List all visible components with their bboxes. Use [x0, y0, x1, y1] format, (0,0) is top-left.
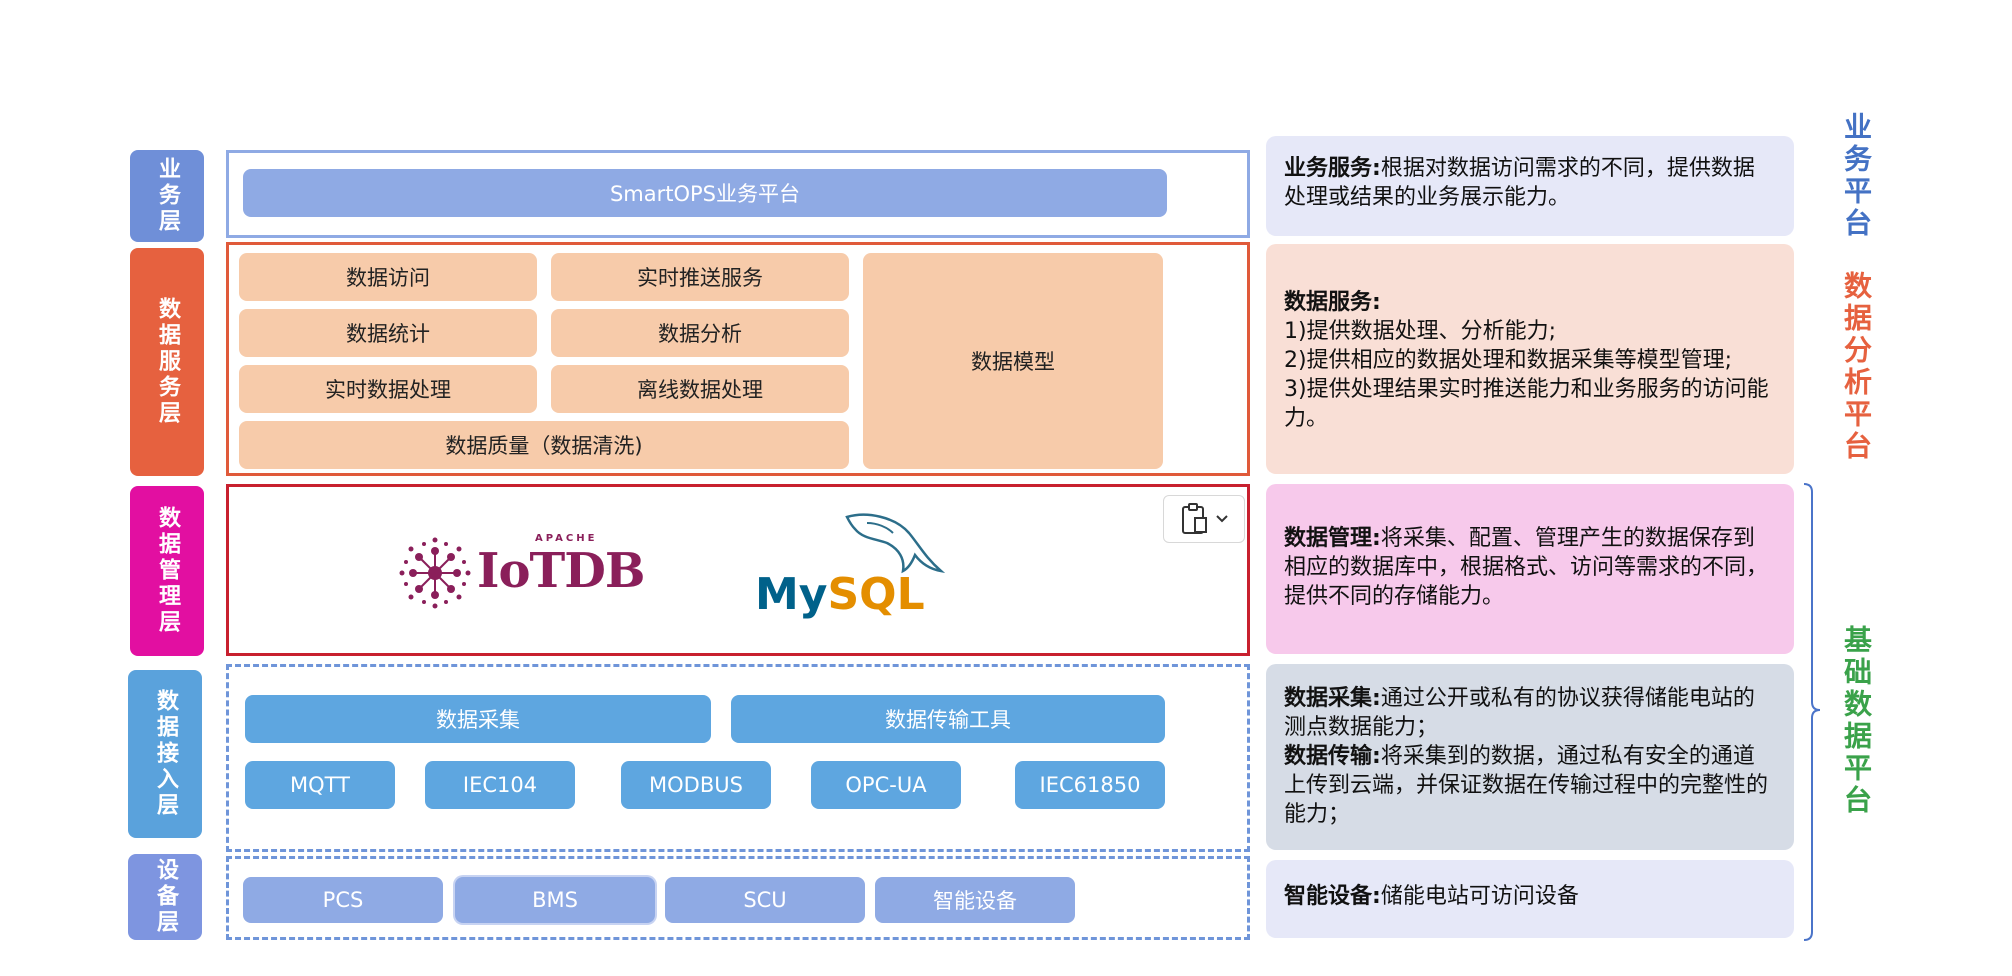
- data-collection-box[interactable]: 数据采集: [245, 695, 711, 743]
- base-platform-bracket: [1803, 483, 1821, 941]
- protocol-iec61850-box[interactable]: IEC61850: [1015, 761, 1165, 809]
- protocol-modbus-box[interactable]: MODBUS: [621, 761, 771, 809]
- protocol-mqtt-box[interactable]: MQTT: [245, 761, 395, 809]
- platform-label-analysis: 数据分析平台: [1840, 271, 1873, 463]
- iotdb-logo: APACHE IoTDB: [397, 533, 645, 613]
- business-layer-frame: SmartOPS业务平台: [226, 150, 1250, 238]
- chevron-down-icon: [1216, 515, 1228, 523]
- layer-label-data-management: 数据管理层: [130, 486, 204, 656]
- layer-label-data-access: 数据接入层: [128, 670, 202, 838]
- iotdb-wordmark: IoTDB: [477, 543, 645, 599]
- data-quality-box[interactable]: 数据质量（数据清洗): [239, 421, 849, 469]
- realtime-data-processing-box[interactable]: 实时数据处理: [239, 365, 537, 413]
- mysql-wordmark: MySQL: [755, 569, 925, 620]
- desc-data-service: 数据服务: 1)提供数据处理、分析能力; 2)提供相应的数据处理和数据采集等模型…: [1266, 244, 1794, 474]
- desc-data-access: 数据采集:通过公开或私有的协议获得储能电站的测点数据能力； 数据传输:将采集到的…: [1266, 664, 1794, 850]
- platform-label-base-data: 基础数据平台: [1840, 625, 1873, 817]
- mysql-logo: MySQL: [755, 509, 955, 620]
- clipboard-icon: [1182, 503, 1207, 534]
- protocol-iec104-box[interactable]: IEC104: [425, 761, 575, 809]
- data-transfer-tool-box[interactable]: 数据传输工具: [731, 695, 1165, 743]
- layer-label-device: 设备层: [128, 854, 202, 940]
- device-smart-box[interactable]: 智能设备: [875, 877, 1075, 923]
- data-model-box[interactable]: 数据模型: [863, 253, 1163, 469]
- desc-data-management: 数据管理:将采集、配置、管理产生的数据保存到相应的数据库中，根据格式、访问等需求…: [1266, 484, 1794, 654]
- offline-data-processing-box[interactable]: 离线数据处理: [551, 365, 849, 413]
- data-access-layer-frame: 数据采集 数据传输工具 MQTT IEC104 MODBUS OPC-UA IE…: [226, 664, 1250, 852]
- data-service-layer-frame: 数据访问 实时推送服务 数据统计 数据分析 实时数据处理 离线数据处理 数据质量…: [226, 242, 1250, 476]
- data-management-layer-frame: APACHE IoTDB MySQL: [226, 484, 1250, 656]
- platform-label-business: 业务平台: [1840, 112, 1873, 240]
- data-analysis-box[interactable]: 数据分析: [551, 309, 849, 357]
- layer-label-data-service: 数据服务层: [130, 248, 204, 476]
- paste-options-button[interactable]: [1163, 495, 1245, 543]
- device-layer-frame: PCS BMS SCU 智能设备: [226, 856, 1250, 940]
- data-statistics-box[interactable]: 数据统计: [239, 309, 537, 357]
- device-bms-box[interactable]: BMS: [455, 877, 655, 923]
- protocol-opc-ua-box[interactable]: OPC-UA: [811, 761, 961, 809]
- smartops-platform-box[interactable]: SmartOPS业务平台: [243, 169, 1167, 217]
- device-scu-box[interactable]: SCU: [665, 877, 865, 923]
- iotdb-sunburst-icon: [399, 537, 471, 609]
- desc-device: 智能设备:储能电站可访问设备: [1266, 860, 1794, 938]
- data-access-service-box[interactable]: 数据访问: [239, 253, 537, 301]
- realtime-push-service-box[interactable]: 实时推送服务: [551, 253, 849, 301]
- device-pcs-box[interactable]: PCS: [243, 877, 443, 923]
- desc-business: 业务服务:根据对数据访问需求的不同，提供数据处理或结果的业务展示能力。: [1266, 136, 1794, 236]
- layer-label-business: 业务层: [130, 150, 204, 242]
